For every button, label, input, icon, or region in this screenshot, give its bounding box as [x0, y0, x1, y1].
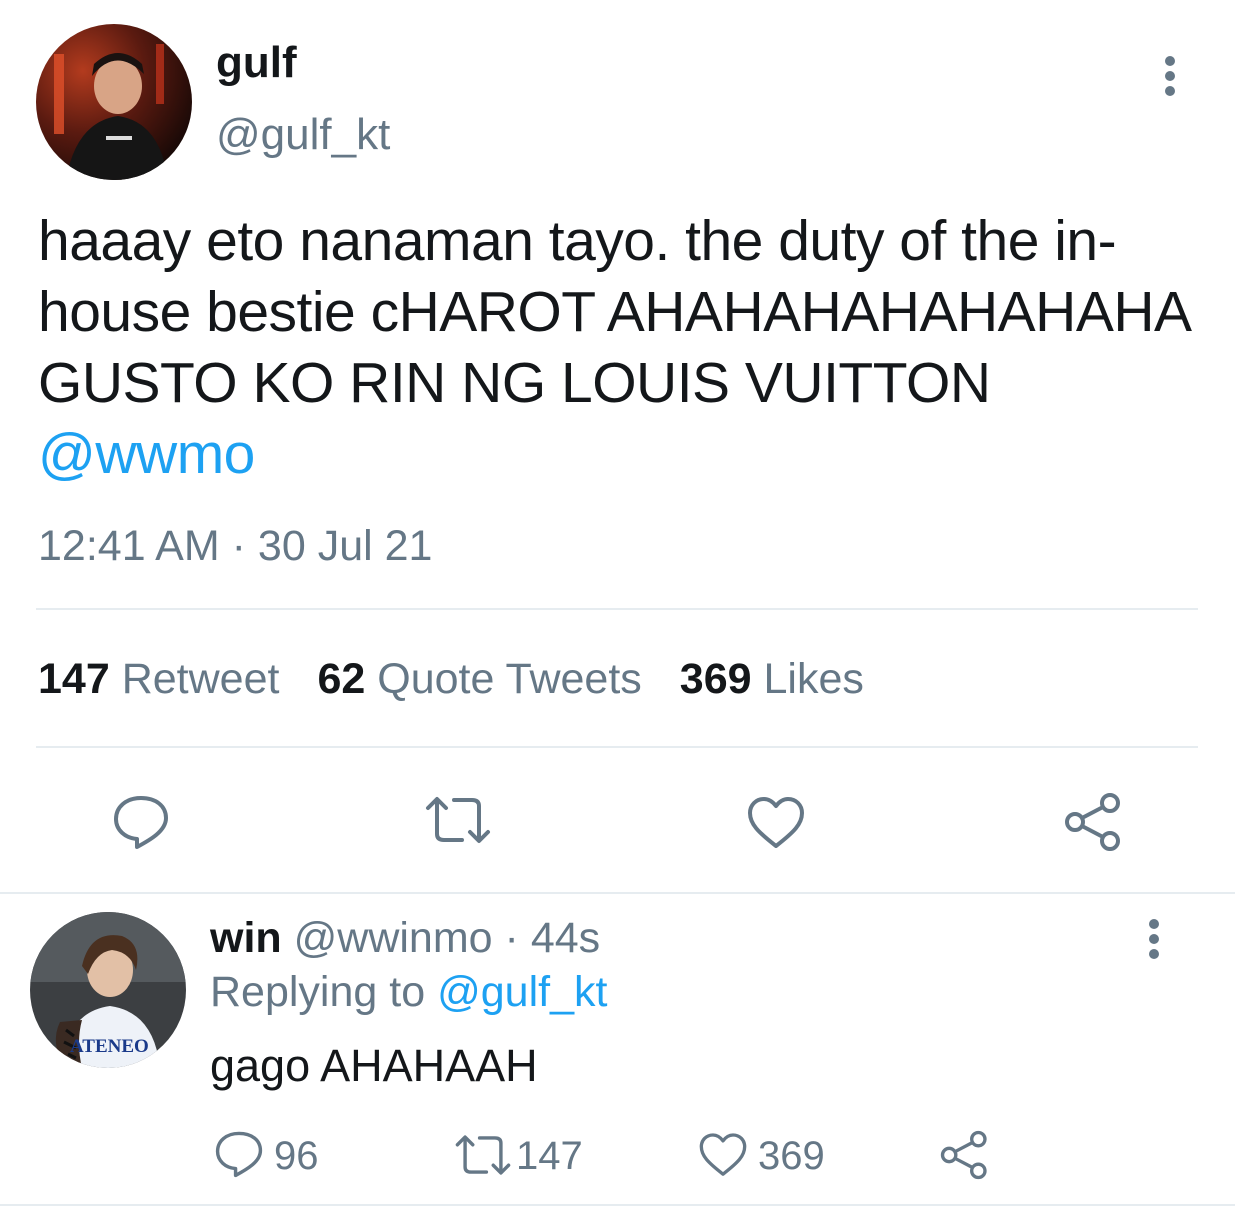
share-icon[interactable]	[1064, 792, 1124, 852]
more-vertical-icon[interactable]	[1140, 918, 1168, 960]
retweet-icon[interactable]	[424, 796, 492, 844]
reply-handle[interactable]: @wwinmo	[294, 914, 493, 962]
reply-age: 44s	[530, 914, 601, 962]
retweet-icon[interactable]	[454, 1134, 512, 1176]
reply-icon[interactable]	[112, 794, 170, 850]
reply-separator: ·	[504, 914, 519, 962]
jersey-text: ATENEO	[70, 1036, 149, 1057]
reply-count: 96	[274, 1134, 319, 1178]
author-handle[interactable]: @gulf_kt	[216, 110, 390, 160]
tweet-stats: 147 Retweet 62 Quote Tweets 369 Likes	[38, 655, 864, 704]
tweet-date: 30 Jul 21	[257, 522, 433, 570]
likes-stat[interactable]: 369 Likes	[680, 655, 864, 703]
reply-display-name[interactable]: win	[210, 914, 282, 962]
divider	[0, 892, 1235, 894]
tweet-time: 12:41 AM	[38, 522, 220, 570]
reply-icon[interactable]	[214, 1130, 264, 1178]
replying-to: Replying to @gulf_kt	[210, 968, 607, 1017]
quotes-stat[interactable]: 62 Quote Tweets	[317, 655, 641, 703]
tweet-body: haaay eto nanaman tayo. the duty of the …	[38, 209, 1189, 415]
retweets-stat[interactable]: 147 Retweet	[38, 655, 279, 703]
likes-label: Likes	[763, 655, 864, 703]
like-icon[interactable]	[746, 796, 806, 850]
quotes-label: Quote Tweets	[377, 655, 642, 703]
reply-header: win @wwinmo · 44s	[210, 914, 600, 963]
like-count: 369	[758, 1134, 825, 1178]
retweets-label: Retweet	[121, 655, 280, 703]
share-icon[interactable]	[940, 1130, 990, 1180]
author-avatar[interactable]	[36, 24, 192, 180]
tweet-timestamp: 12:41 AM · 30 Jul 21	[38, 522, 432, 571]
mention-link[interactable]: @wwmo	[38, 422, 255, 486]
divider	[36, 608, 1198, 610]
replying-prefix: Replying to	[210, 968, 426, 1016]
replying-to-link[interactable]: @gulf_kt	[437, 968, 607, 1016]
retweet-count: 147	[516, 1134, 583, 1178]
divider	[0, 1204, 1235, 1206]
likes-count: 369	[679, 655, 752, 703]
timestamp-separator: ·	[231, 522, 246, 570]
author-display-name[interactable]: gulf	[216, 38, 297, 88]
quotes-count: 62	[317, 655, 366, 703]
like-icon[interactable]	[698, 1132, 748, 1178]
divider	[36, 746, 1198, 748]
more-vertical-icon[interactable]	[1156, 55, 1184, 97]
tweet-text: haaay eto nanaman tayo. the duty of the …	[38, 206, 1198, 490]
retweets-count: 147	[38, 655, 110, 703]
reply-author-avatar[interactable]: ATENEO	[30, 912, 186, 1068]
reply-text: gago AHAHAAH	[210, 1040, 538, 1091]
